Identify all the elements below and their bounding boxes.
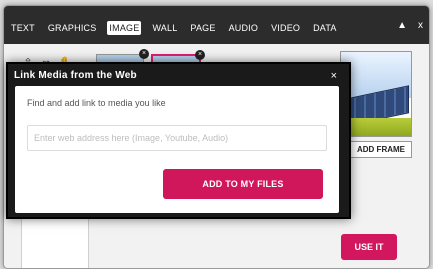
- top-toolbar: TEXT GRAPHICS IMAGE WALL PAGE AUDIO VIDE…: [4, 6, 429, 44]
- tab-video[interactable]: VIDEO: [269, 21, 302, 35]
- minimize-icon[interactable]: ▲: [397, 20, 407, 31]
- use-it-button[interactable]: USE IT: [341, 234, 397, 260]
- dialog-close-icon[interactable]: ×: [331, 70, 337, 82]
- close-icon[interactable]: x: [418, 20, 423, 31]
- tab-text[interactable]: TEXT: [9, 21, 37, 35]
- tab-data[interactable]: DATA: [311, 21, 338, 35]
- tab-image[interactable]: IMAGE: [107, 21, 142, 35]
- side-pane: [21, 219, 89, 268]
- tab-bar: TEXT GRAPHICS IMAGE WALL PAGE AUDIO VIDE…: [9, 21, 339, 35]
- tab-wall[interactable]: WALL: [150, 21, 179, 35]
- tab-graphics[interactable]: GRAPHICS: [46, 21, 99, 35]
- remove-thumbnail-icon[interactable]: ×: [139, 49, 149, 59]
- add-to-my-files-button[interactable]: ADD TO MY FILES: [163, 169, 323, 199]
- frame-field: [341, 118, 411, 136]
- dialog-body: Find and add link to media you like ADD …: [15, 86, 339, 213]
- add-frame-button[interactable]: ADD FRAME: [350, 141, 412, 158]
- remove-thumbnail-icon[interactable]: ×: [195, 50, 205, 60]
- url-input[interactable]: [27, 125, 327, 151]
- tab-audio[interactable]: AUDIO: [227, 21, 261, 35]
- link-media-dialog: Link Media from the Web × Find and add l…: [6, 62, 351, 219]
- dialog-instruction: Find and add link to media you like: [27, 98, 166, 108]
- tab-page[interactable]: PAGE: [188, 21, 217, 35]
- dialog-title: Link Media from the Web: [14, 70, 137, 81]
